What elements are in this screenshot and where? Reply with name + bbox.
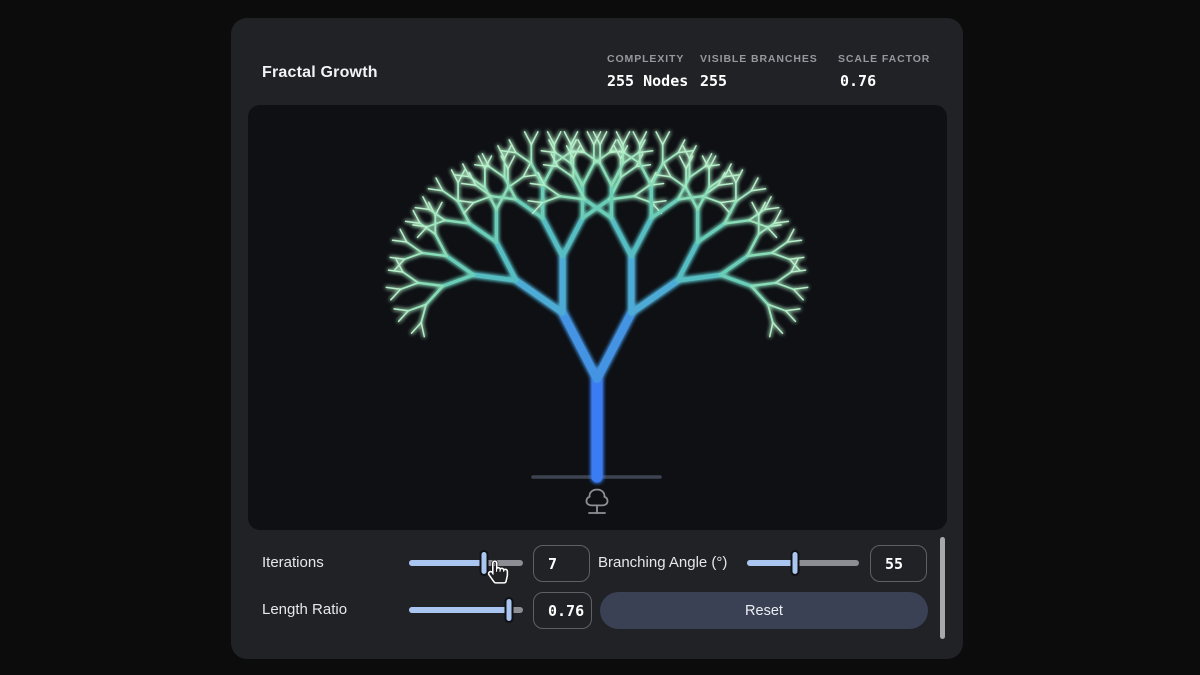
- length-ratio-value-box[interactable]: 0.76: [533, 592, 592, 629]
- fractal-canvas: [248, 105, 947, 530]
- stat-complexity-value: 255 Nodes: [607, 72, 688, 90]
- branching-angle-value-box[interactable]: 55: [870, 545, 927, 582]
- branching-angle-slider-thumb[interactable]: [791, 550, 800, 576]
- branching-angle-slider-fill: [747, 560, 795, 566]
- length-ratio-slider-fill: [409, 607, 509, 613]
- app-panel: Fractal Growth COMPLEXITY 255 Nodes VISI…: [231, 18, 963, 659]
- stat-scale-factor-label: SCALE FACTOR: [838, 53, 930, 65]
- branching-angle-label: Branching Angle (°): [598, 554, 727, 571]
- length-ratio-label: Length Ratio: [262, 601, 347, 618]
- iterations-label: Iterations: [262, 554, 324, 571]
- branching-angle-slider-track[interactable]: [747, 560, 859, 566]
- reset-button[interactable]: Reset: [600, 592, 928, 629]
- iterations-value-box[interactable]: 7: [533, 545, 590, 582]
- fractal-tree: [386, 132, 807, 477]
- iterations-value: 7: [548, 555, 557, 573]
- stat-scale-factor-value: 0.76: [840, 72, 930, 90]
- iterations-slider[interactable]: [409, 550, 523, 576]
- page-title: Fractal Growth: [262, 64, 378, 82]
- stat-complexity: COMPLEXITY 255 Nodes: [607, 53, 688, 90]
- iterations-slider-track[interactable]: [409, 560, 523, 566]
- length-ratio-slider[interactable]: [409, 597, 523, 623]
- stat-complexity-label: COMPLEXITY: [607, 53, 688, 65]
- stat-visible-branches-value: 255: [700, 72, 818, 90]
- stat-scale-factor: SCALE FACTOR 0.76: [838, 53, 930, 90]
- length-ratio-slider-thumb[interactable]: [505, 597, 514, 623]
- tree-icon: [586, 490, 607, 514]
- page-root: { "header": { "title": "Fractal Growth",…: [0, 0, 1200, 675]
- branching-angle-slider[interactable]: [747, 550, 859, 576]
- iterations-slider-thumb[interactable]: [480, 550, 489, 576]
- iterations-slider-fill: [409, 560, 484, 566]
- branching-angle-value: 55: [885, 555, 903, 573]
- controls-scrollbar[interactable]: [940, 537, 945, 639]
- length-ratio-value: 0.76: [548, 602, 584, 620]
- stat-visible-branches: VISIBLE BRANCHES 255: [700, 53, 818, 90]
- fractal-tree-svg: [248, 105, 947, 530]
- stat-visible-branches-label: VISIBLE BRANCHES: [700, 53, 818, 65]
